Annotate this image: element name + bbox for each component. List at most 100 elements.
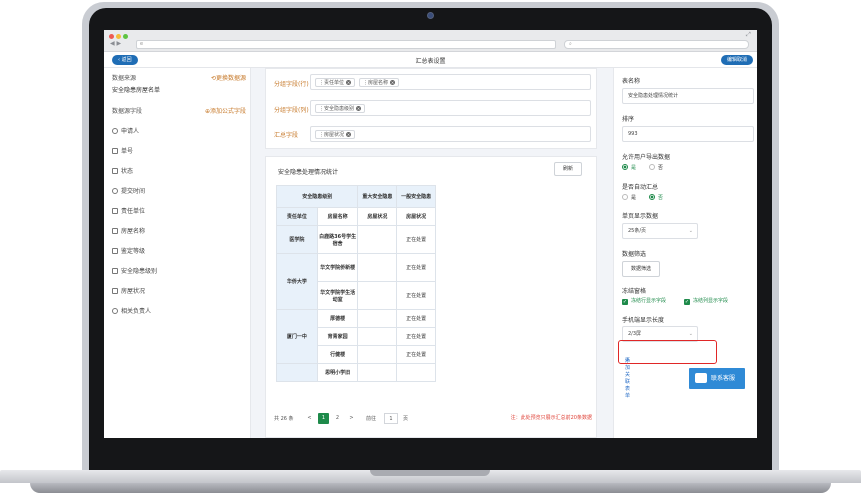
- add-related-form-highlight[interactable]: ⊕ 添加关联表单: [618, 340, 717, 399]
- field-label: 房屋状况: [121, 288, 146, 295]
- contact-label: 联系客服: [711, 375, 736, 382]
- major-cell: [357, 281, 398, 310]
- refresh-button[interactable]: 刷新: [554, 162, 582, 176]
- general-cell: 正在处置: [396, 281, 436, 310]
- contact-support-button[interactable]: 联系客服: [689, 368, 745, 389]
- source-field-item[interactable]: 鉴定等级: [112, 246, 145, 255]
- select-value: 2/3屏: [628, 331, 642, 337]
- remove-tag-icon[interactable]: ×: [356, 106, 362, 111]
- row-tag-house-name[interactable]: ⋮房屋名称 ×: [359, 78, 400, 87]
- add-formula-link[interactable]: ⊕添加公式字段: [205, 106, 246, 115]
- page-2-button[interactable]: 2: [332, 413, 343, 424]
- laptop-mockup: ◀ ▶ e ⌕ ⤢ 汇总表设置 ‹ 返回 编辑取消 数据来源 ⟲更换数据源 安全…: [0, 0, 861, 495]
- edit-button[interactable]: 编辑取消: [720, 55, 753, 65]
- prev-page-button[interactable]: <: [304, 413, 315, 424]
- auto-sum-no-radio[interactable]: 否: [649, 194, 663, 201]
- radio-label: 否: [658, 165, 664, 171]
- major-cell: [357, 363, 398, 382]
- goto-label: 前往: [366, 416, 377, 422]
- row-tag-responsible-unit[interactable]: ⋮责任单位 ×: [315, 78, 356, 87]
- row-group-dropzone[interactable]: ⋮责任单位 × ⋮房屋名称 ×: [310, 74, 591, 90]
- minimize-window-icon[interactable]: [116, 34, 121, 39]
- source-field-item[interactable]: 安全隐患级别: [112, 266, 157, 275]
- table-name-input[interactable]: 安全隐患处理情况统计: [622, 88, 754, 104]
- user-icon: [112, 128, 118, 134]
- page-unit-label: 页: [403, 416, 409, 422]
- col-tag-hazard-level[interactable]: ⋮安全隐患级别 ×: [315, 104, 366, 113]
- source-field-item[interactable]: 房屋状况: [112, 286, 145, 295]
- webcam-icon: [427, 12, 434, 19]
- freeze-row-checkbox[interactable]: ✓ 冻结行显示字段: [622, 297, 666, 305]
- maximize-window-icon[interactable]: [123, 34, 128, 39]
- goto-page-input[interactable]: 1: [384, 413, 398, 424]
- house-name-cell: 思明小学旧: [316, 363, 359, 382]
- forward-arrow-icon[interactable]: ▶: [117, 40, 122, 47]
- clock-icon: [112, 188, 118, 194]
- next-page-button[interactable]: >: [346, 413, 357, 424]
- source-field-item[interactable]: 提交时间: [112, 186, 145, 195]
- table-name-label: 表名称: [622, 78, 641, 85]
- document-icon: [112, 208, 118, 214]
- screen: ◀ ▶ e ⌕ ⤢ 汇总表设置 ‹ 返回 编辑取消 数据来源 ⟲更换数据源 安全…: [104, 30, 757, 438]
- browser-search-bar[interactable]: ⌕: [564, 40, 749, 49]
- preview-table-viewport[interactable]: 安全隐患级别 重大安全隐患 一般安全隐患 责任单位 房屋名称 房屋状况 房屋状况: [276, 185, 436, 385]
- select-value: 25条/页: [628, 228, 647, 234]
- page-title: 汇总表设置: [415, 58, 446, 65]
- address-bar[interactable]: e: [136, 40, 556, 49]
- auto-sum-yes-radio[interactable]: 是: [622, 194, 636, 201]
- back-button[interactable]: ‹ 返回: [112, 55, 138, 65]
- radio-label: 是: [631, 165, 637, 171]
- export-no-radio[interactable]: 否: [649, 164, 663, 171]
- source-field-item[interactable]: 申请人: [112, 126, 139, 135]
- document-icon: [112, 288, 118, 294]
- header-house-status: 房屋状况: [396, 207, 436, 226]
- close-window-icon[interactable]: [109, 34, 114, 39]
- table-row: 思明小学旧: [276, 363, 436, 382]
- col-group-dropzone[interactable]: ⋮安全隐患级别 ×: [310, 100, 591, 116]
- back-arrow-icon[interactable]: ◀: [110, 40, 115, 47]
- remove-tag-icon[interactable]: ×: [346, 132, 352, 137]
- house-name-cell: 白鹿路36号学生宿舍: [316, 225, 359, 254]
- chat-icon: [695, 373, 707, 383]
- source-field-item[interactable]: 相关负责人: [112, 306, 151, 315]
- source-field-item[interactable]: 状态: [112, 166, 133, 175]
- auto-sum-label: 是否自动汇总: [622, 184, 659, 191]
- major-cell: [357, 309, 398, 328]
- change-source-link[interactable]: ⟲更换数据源: [211, 73, 246, 82]
- summary-tag-house-status[interactable]: ⋮房屋状况 ×: [315, 130, 356, 139]
- laptop-foot: [30, 483, 831, 493]
- field-label: 鉴定等级: [121, 248, 146, 255]
- preview-note: 注：此处预览只展示汇总前20条数据: [510, 415, 592, 421]
- summary-field-dropzone[interactable]: ⋮房屋状况 ×: [310, 126, 591, 142]
- preview-panel: 安全隐患处理情况统计 刷新 安全隐患级别 重大安全隐患 一般安全隐患 责任单位: [265, 156, 597, 438]
- remove-tag-icon[interactable]: ×: [390, 80, 396, 85]
- add-related-label: 添加关联表单: [625, 358, 631, 399]
- source-field-item[interactable]: 单号: [112, 146, 133, 155]
- mobile-length-label: 手机端显示长度: [622, 317, 665, 324]
- sort-input[interactable]: 993: [622, 126, 754, 142]
- freeze-col-checkbox[interactable]: ✓ 冻结列显示字段: [684, 297, 728, 305]
- radio-checked-icon: [649, 194, 655, 200]
- fullscreen-icon[interactable]: ⤢: [746, 31, 751, 39]
- page-1-button[interactable]: 1: [318, 413, 329, 424]
- major-cell: [357, 253, 398, 282]
- col-group-label: 分组字段(列): [274, 107, 309, 114]
- group-cell: 华侨大学: [276, 253, 318, 310]
- tag-label: 安全隐患级别: [324, 106, 355, 112]
- source-field-item[interactable]: 房屋名称: [112, 226, 145, 235]
- field-label: 状态: [121, 168, 134, 175]
- radio-label: 否: [658, 195, 664, 201]
- browser-nav: ◀ ▶: [110, 40, 121, 47]
- group-config-panel: 分组字段(行) ⋮责任单位 × ⋮房屋名称 × 分组字段(列) ⋮安全隐患级别 × 汇…: [265, 68, 597, 149]
- remove-tag-icon[interactable]: ×: [346, 80, 352, 85]
- source-fields-label: 数据源字段: [112, 108, 143, 115]
- export-yes-radio[interactable]: 是: [622, 164, 636, 171]
- data-filter-button[interactable]: 数据筛选: [622, 261, 660, 277]
- source-field-item[interactable]: 责任单位: [112, 206, 145, 215]
- checkbox-checked-icon: ✓: [684, 299, 690, 305]
- checkbox-label: 冻结行显示字段: [631, 298, 667, 304]
- field-label: 安全隐患级别: [121, 268, 158, 275]
- page-size-select[interactable]: 25条/页 ⌄: [622, 223, 698, 239]
- document-icon: [112, 168, 118, 174]
- field-label: 房屋名称: [121, 228, 146, 235]
